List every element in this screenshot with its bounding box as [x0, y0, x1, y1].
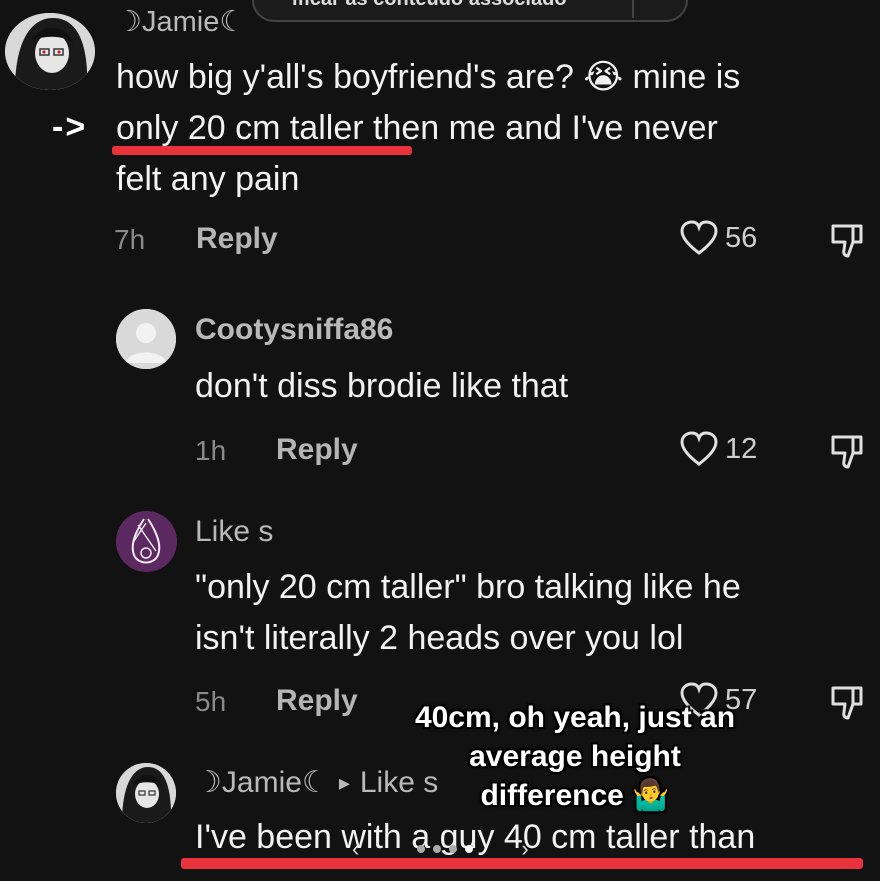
like-count: 12 — [725, 432, 758, 465]
dislike-icon[interactable] — [830, 222, 864, 260]
comment-username[interactable]: Cootysniffa86 — [195, 313, 393, 347]
overlay-line: 40cm, oh yeah, just an — [414, 701, 736, 734]
comment-text: "only 20 cm taller" bro talking like he … — [195, 562, 875, 664]
highlighted-phrase: only 20 cm taller — [116, 109, 364, 147]
search-bar[interactable]: ificar as conteúdo associado — [252, 0, 688, 22]
comment-username[interactable]: ☽Jamie☾ — [195, 765, 329, 800]
comment-username[interactable]: Like s — [195, 515, 273, 549]
like-button[interactable]: 56 — [679, 220, 757, 256]
underline-annotation — [112, 146, 412, 155]
comment-time: 7h — [114, 224, 146, 255]
search-bar-text: ificar as conteúdo associado — [292, 0, 567, 11]
comment-line: felt any pain — [116, 160, 300, 198]
arrow-annotation: -> — [52, 108, 88, 146]
default-avatar-icon — [116, 309, 176, 369]
carousel-next-button[interactable]: › — [521, 836, 528, 862]
avatar[interactable] — [116, 763, 176, 823]
carousel-nav: ‹ › — [352, 836, 529, 862]
overlay-line: average height — [469, 740, 681, 773]
avatar[interactable] — [116, 511, 177, 572]
carousel-dot — [433, 845, 442, 853]
overlay-line: difference 🤷‍♂️ — [480, 779, 670, 812]
dislike-icon[interactable] — [830, 684, 864, 722]
carousel-dot — [465, 845, 474, 853]
comment-line: isn't literally 2 heads over you lol — [195, 619, 684, 657]
search-bar-divider — [632, 0, 634, 18]
avatar-image — [116, 511, 177, 572]
comment-line-rest: then me and I've never — [363, 109, 718, 147]
comment-text: how big y'all's boyfriend's are? 😭 mine … — [116, 52, 866, 205]
avatar-image — [5, 13, 95, 90]
carousel-dot — [449, 845, 458, 853]
avatar[interactable] — [5, 13, 95, 90]
dislike-icon[interactable] — [830, 433, 864, 471]
like-button[interactable]: 12 — [679, 431, 757, 467]
reply-arrow-icon: ▸ — [338, 769, 350, 795]
reply-button[interactable]: Reply — [196, 222, 278, 256]
overlay-caption: 40cm, oh yeah, just an average height di… — [370, 698, 780, 815]
like-count: 56 — [725, 221, 758, 254]
avatar[interactable] — [116, 309, 176, 369]
comment-time: 5h — [195, 686, 227, 717]
avatar-image — [116, 763, 176, 823]
comment-username[interactable]: ☽Jamie☾ — [116, 4, 245, 39]
reply-button[interactable]: Reply — [276, 433, 358, 467]
heart-icon — [680, 431, 718, 466]
carousel-dot — [417, 845, 426, 853]
heart-icon — [680, 220, 718, 255]
comment-line: "only 20 cm taller" bro talking like he — [195, 568, 741, 606]
comment-time: 1h — [195, 435, 227, 466]
carousel-prev-button[interactable]: ‹ — [352, 836, 359, 862]
comment-text: don't diss brodie like that — [195, 367, 569, 405]
comment-line: how big y'all's boyfriend's are? 😭 mine … — [116, 58, 741, 96]
reply-button[interactable]: Reply — [276, 684, 358, 718]
